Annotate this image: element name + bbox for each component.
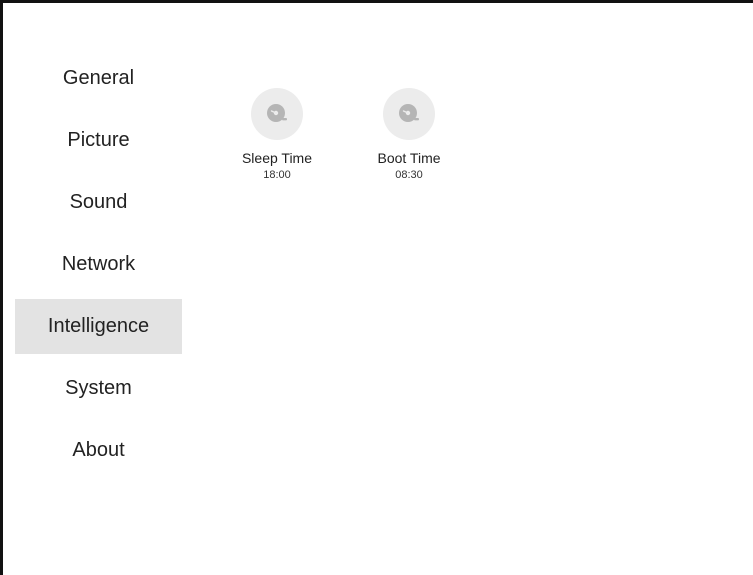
sleep-time-tile[interactable]: Sleep Time 18:00	[211, 88, 343, 182]
sidebar-item-label: General	[62, 67, 135, 89]
sidebar-item-sound[interactable]: Sound	[15, 175, 182, 230]
sidebar-item-about[interactable]: About	[15, 423, 182, 478]
boot-time-label: Boot Time	[377, 150, 441, 166]
sleep-time-label: Sleep Time	[241, 150, 313, 166]
sidebar-item-label: Picture	[67, 129, 130, 151]
clock-icon	[383, 88, 435, 140]
settings-window: General Picture Sound Network Intelligen…	[0, 0, 753, 575]
sidebar-item-label: System	[65, 377, 132, 399]
sidebar-item-general[interactable]: General	[15, 51, 182, 106]
sidebar-item-network[interactable]: Network	[15, 237, 182, 292]
sidebar-item-intelligence[interactable]: Intelligence	[15, 299, 182, 354]
sidebar-item-label: Network	[61, 253, 136, 275]
clock-icon	[251, 88, 303, 140]
intelligence-panel: Sleep Time 18:00 Boot Time 08:30	[211, 88, 475, 182]
boot-time-value: 08:30	[395, 169, 423, 181]
boot-time-tile[interactable]: Boot Time 08:30	[343, 88, 475, 182]
sidebar-item-label: About	[72, 439, 125, 461]
sleep-time-value: 18:00	[263, 169, 291, 181]
sidebar-item-label: Intelligence	[47, 315, 150, 337]
settings-sidebar: General Picture Sound Network Intelligen…	[15, 51, 182, 485]
sidebar-item-picture[interactable]: Picture	[15, 113, 182, 168]
sidebar-item-system[interactable]: System	[15, 361, 182, 416]
sidebar-item-label: Sound	[69, 191, 128, 213]
